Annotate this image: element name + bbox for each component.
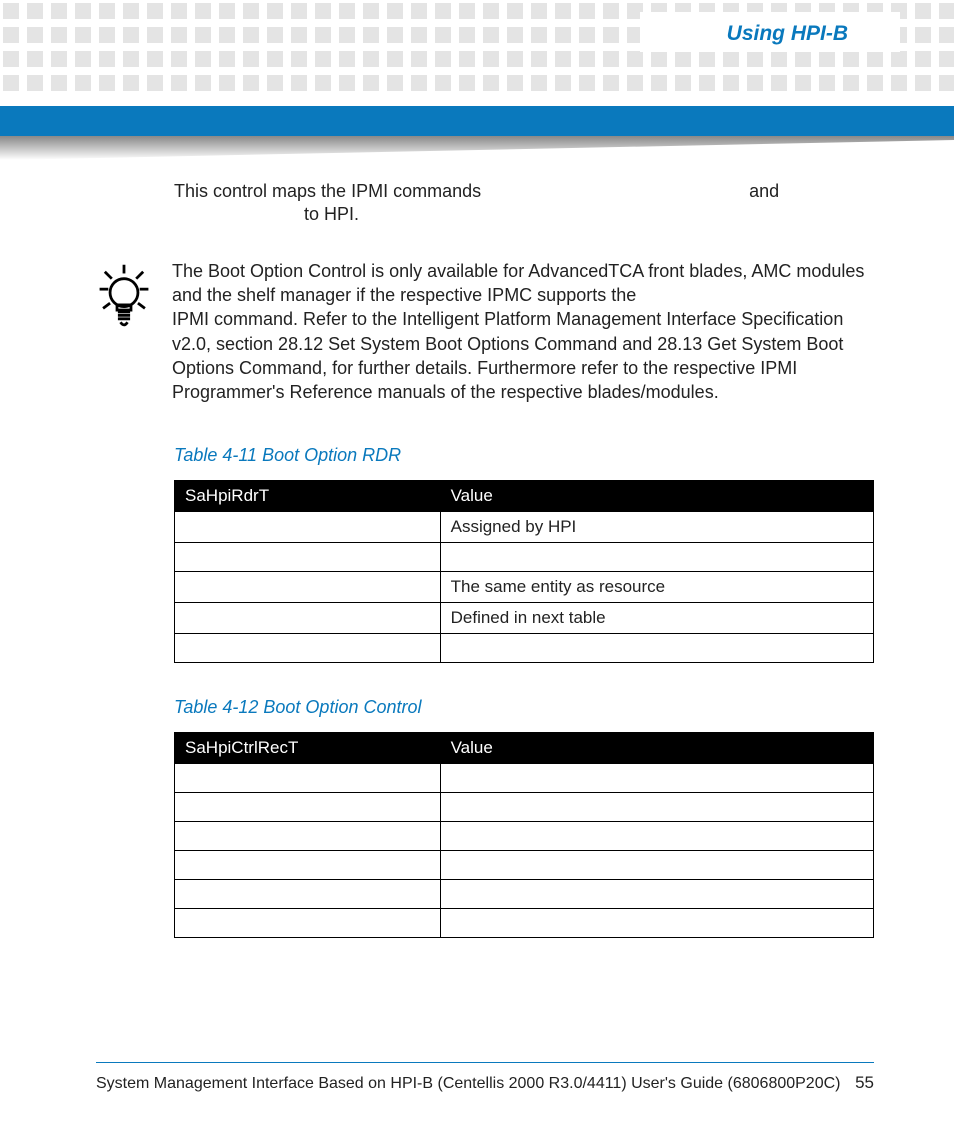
table-row (175, 763, 874, 792)
table-2-col1: SaHpiCtrlRecT (175, 732, 441, 763)
lightbulb-icon (96, 263, 152, 336)
para1-suffix: to HPI. (304, 204, 359, 224)
table-1-col1: SaHpiRdrT (175, 480, 441, 511)
page-number: 55 (855, 1073, 874, 1093)
table-row: Assigned by HPI (175, 511, 874, 542)
table-row (175, 908, 874, 937)
table-header-row: SaHpiCtrlRecT Value (175, 732, 874, 763)
table-2: SaHpiCtrlRecT Value (174, 732, 874, 938)
table-row (175, 821, 874, 850)
table-1-col2: Value (440, 480, 873, 511)
header-shadow (0, 136, 954, 162)
header-blue-bar (0, 106, 954, 136)
tip-text-b: IPMI command. Refer to the Intelligent P… (172, 309, 843, 402)
table-1-caption: Table 4-11 Boot Option RDR (174, 445, 874, 466)
table-2-section: Table 4-12 Boot Option Control SaHpiCtrl… (174, 697, 874, 938)
table-2-col2: Value (440, 732, 873, 763)
table-row (175, 879, 874, 908)
table-row: The same entity as resource (175, 571, 874, 602)
para1-mid: and (749, 181, 779, 201)
intro-paragraph: This control maps the IPMI commands and t… (174, 180, 864, 227)
table-row (175, 792, 874, 821)
tip-text-a: The Boot Option Control is only availabl… (172, 261, 864, 305)
table-row (175, 633, 874, 662)
table-row (175, 850, 874, 879)
content-area: This control maps the IPMI commands and t… (96, 180, 874, 972)
tip-paragraph: The Boot Option Control is only availabl… (172, 259, 874, 405)
table-header-row: SaHpiRdrT Value (175, 480, 874, 511)
page-header-title: Using HPI-B (717, 18, 854, 52)
table-row: Defined in next table (175, 602, 874, 633)
page-footer: System Management Interface Based on HPI… (96, 1062, 874, 1093)
para1-prefix: This control maps the IPMI commands (174, 181, 481, 201)
table-1-section: Table 4-11 Boot Option RDR SaHpiRdrT Val… (174, 445, 874, 663)
table-1: SaHpiRdrT Value Assigned by HPI The same… (174, 480, 874, 663)
tip-block: The Boot Option Control is only availabl… (96, 259, 874, 405)
table-2-caption: Table 4-12 Boot Option Control (174, 697, 874, 718)
table-row (175, 542, 874, 571)
footer-text: System Management Interface Based on HPI… (96, 1075, 840, 1093)
